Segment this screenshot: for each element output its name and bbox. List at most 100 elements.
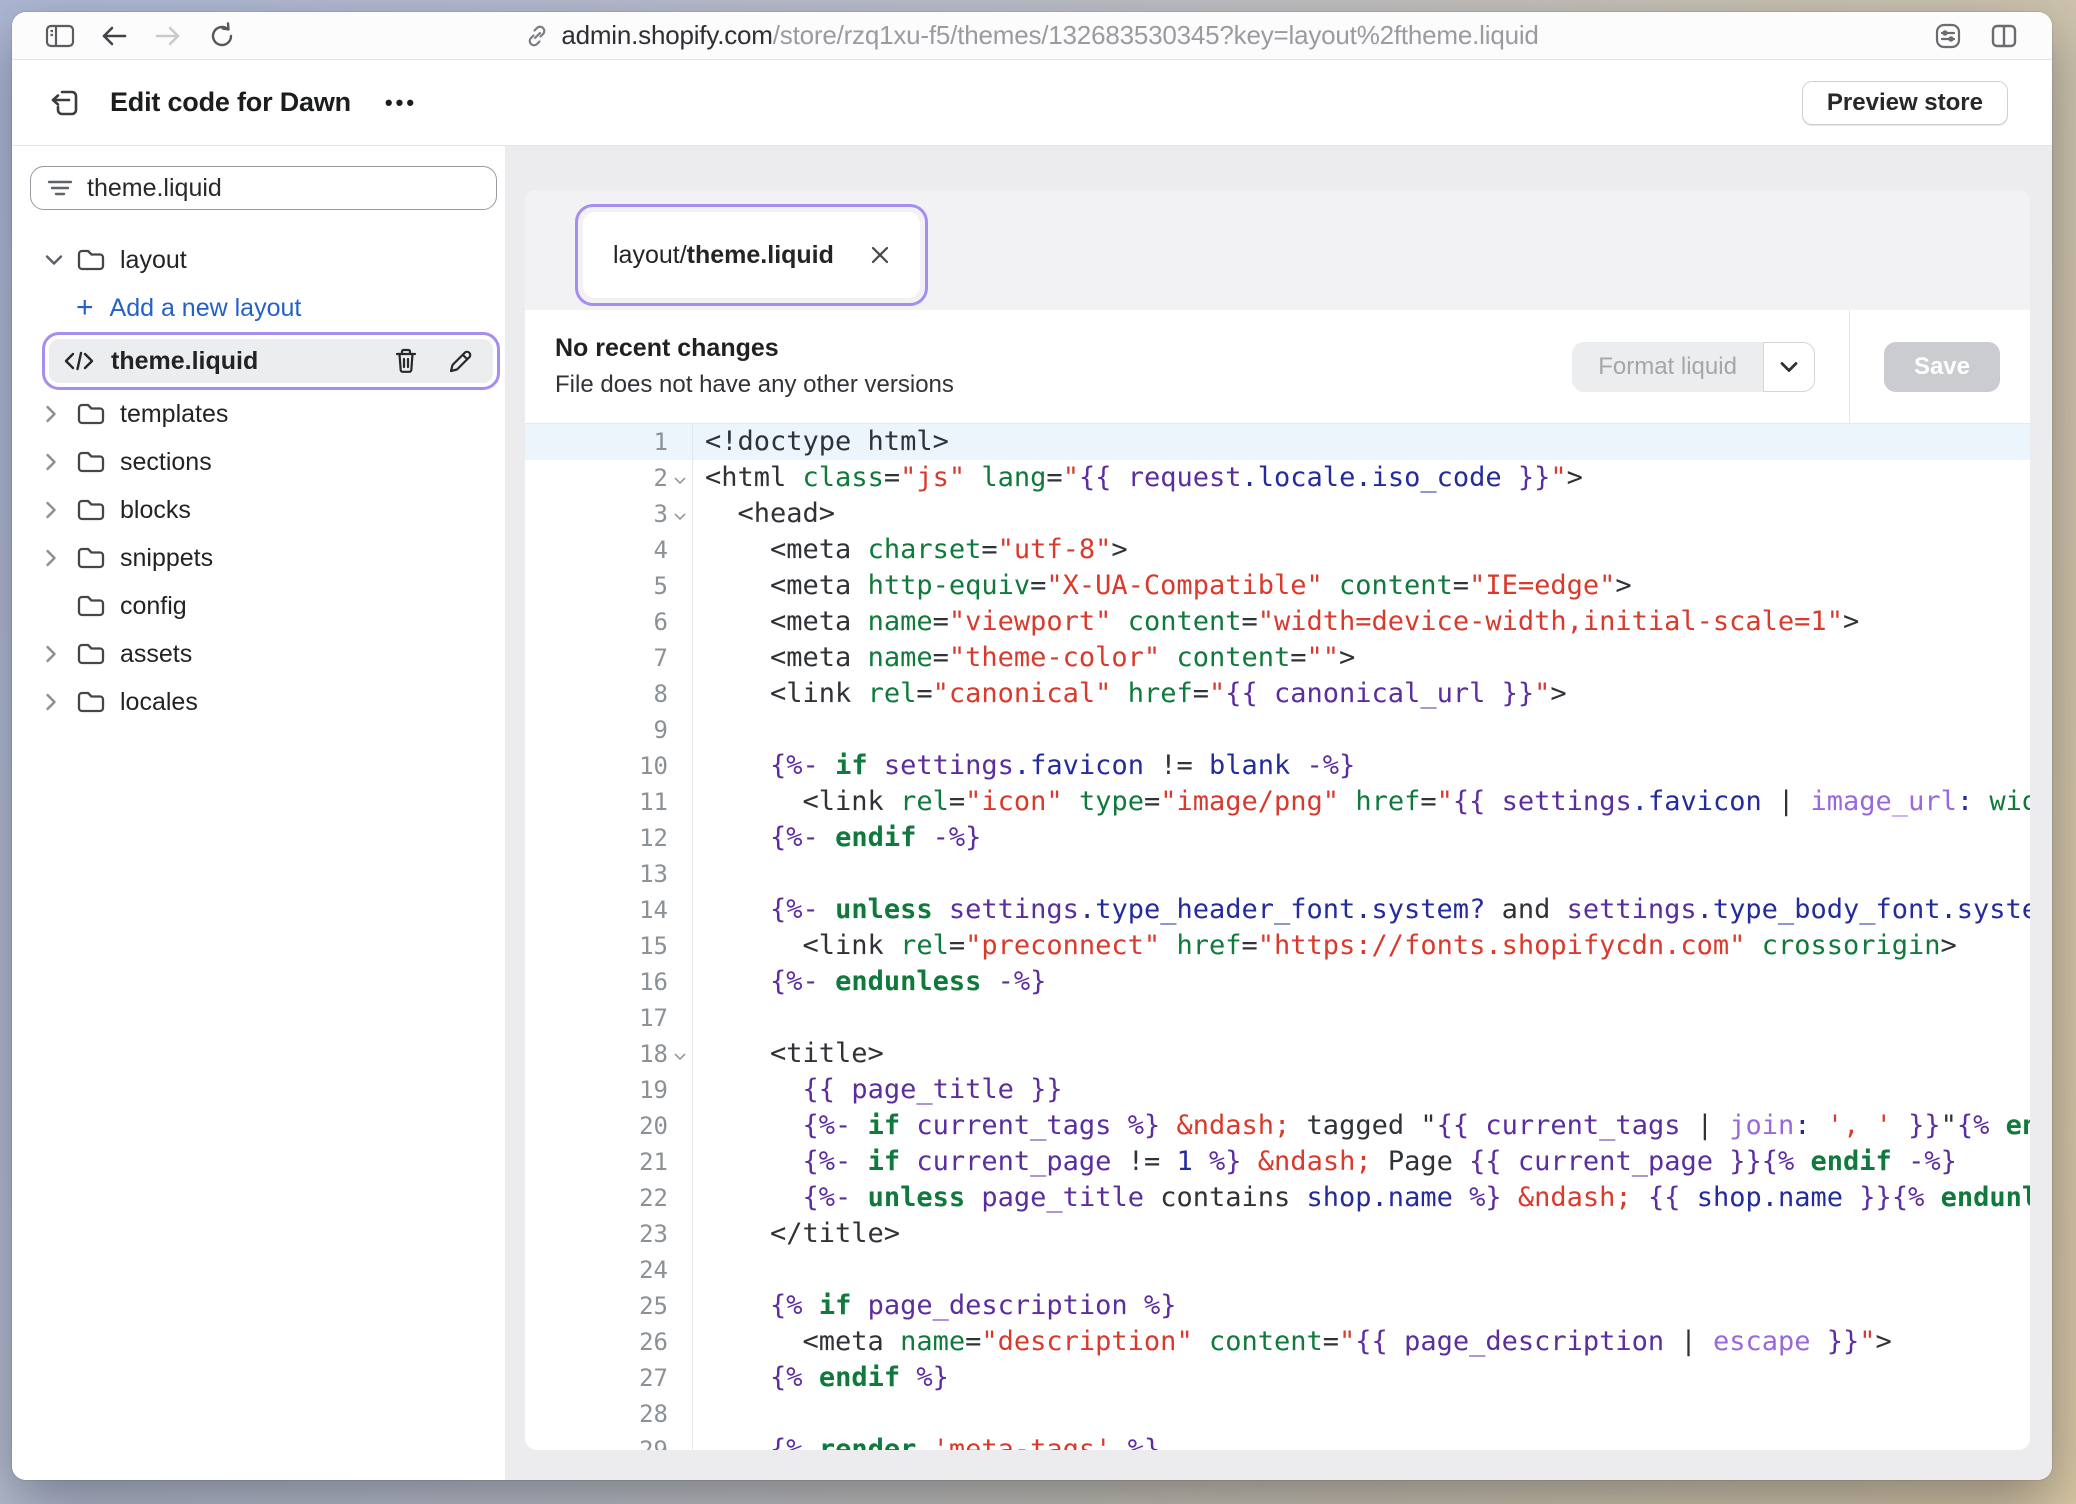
code-content[interactable]: {% render 'meta-tags' %} [693, 1432, 1160, 1450]
fold-toggle-icon[interactable] [668, 1036, 692, 1072]
code-line-8[interactable]: 8 <link rel="canonical" href="{{ canonic… [525, 676, 2030, 712]
code-line-15[interactable]: 15 <link rel="preconnect" href="https://… [525, 928, 2030, 964]
code-line-6[interactable]: 6 <meta name="viewport" content="width=d… [525, 604, 2030, 640]
sidebar-folder-layout[interactable]: layout [12, 236, 505, 284]
chevron-right-icon[interactable] [44, 692, 76, 712]
code-content[interactable]: {%- endunless -%} [693, 964, 1046, 1000]
code-content[interactable] [693, 1000, 705, 1036]
code-line-18[interactable]: 18 <title> [525, 1036, 2030, 1072]
tab-layout-theme-liquid[interactable]: layout/theme.liquid [583, 212, 920, 298]
split-view-icon[interactable] [1984, 16, 2024, 56]
code-content[interactable]: {%- endif -%} [693, 820, 981, 856]
code-content[interactable]: <head> [693, 496, 835, 532]
code-content[interactable]: <meta name="theme-color" content=""> [693, 640, 1355, 676]
chevron-right-icon[interactable] [44, 500, 76, 520]
forward-button-icon[interactable] [148, 16, 188, 56]
code-line-29[interactable]: 29 {% render 'meta-tags' %} [525, 1432, 2030, 1450]
add-new-layout-button[interactable]: +Add a new layout [12, 284, 505, 332]
code-content[interactable]: <title> [693, 1036, 884, 1072]
file-search-input[interactable]: theme.liquid [30, 166, 497, 210]
code-line-14[interactable]: 14 {%- unless settings.type_header_font.… [525, 892, 2030, 928]
code-line-26[interactable]: 26 <meta name="description" content="{{ … [525, 1324, 2030, 1360]
selected-file-item[interactable]: theme.liquid [49, 339, 493, 383]
code-line-7[interactable]: 7 <meta name="theme-color" content=""> [525, 640, 2030, 676]
code-content[interactable]: <meta http-equiv="X-UA-Compatible" conte… [693, 568, 1632, 604]
more-options-button[interactable]: ••• [385, 90, 417, 116]
sidebar-file-theme-liquid[interactable]: theme.liquid [12, 332, 505, 390]
code-line-19[interactable]: 19 {{ page_title }} [525, 1072, 2030, 1108]
code-content[interactable]: <meta charset="utf-8"> [693, 532, 1128, 568]
sidebar-folder-sections[interactable]: sections [12, 438, 505, 486]
code-content[interactable]: {{ page_title }} [693, 1072, 1063, 1108]
back-button-icon[interactable] [94, 16, 134, 56]
code-content[interactable]: <meta name="viewport" content="width=dev… [693, 604, 1859, 640]
sidebar-folder-config[interactable]: config [12, 582, 505, 630]
sidebar-folder-locales[interactable]: locales [12, 678, 505, 726]
code-line-10[interactable]: 10 {%- if settings.favicon != blank -%} [525, 748, 2030, 784]
code-content[interactable]: <!doctype html> [693, 424, 949, 460]
delete-file-icon[interactable] [393, 347, 419, 375]
sidebar-folder-templates[interactable]: templates [12, 390, 505, 438]
code-line-17[interactable]: 17 [525, 1000, 2030, 1036]
code-line-9[interactable]: 9 [525, 712, 2030, 748]
fold-toggle-icon[interactable] [668, 496, 692, 532]
format-liquid-button[interactable]: Format liquid [1572, 342, 1763, 392]
code-content[interactable]: <link rel="preconnect" href="https://fon… [693, 928, 1957, 964]
code-line-4[interactable]: 4 <meta charset="utf-8"> [525, 532, 2030, 568]
code-content[interactable]: {%- if settings.favicon != blank -%} [693, 748, 1355, 784]
code-content[interactable] [693, 1396, 705, 1432]
line-gutter: 4 [525, 532, 693, 568]
code-line-20[interactable]: 20 {%- if current_tags %} &ndash; tagged… [525, 1108, 2030, 1144]
preview-store-button[interactable]: Preview store [1802, 81, 2008, 125]
format-options-dropdown[interactable] [1763, 342, 1815, 392]
code-line-13[interactable]: 13 [525, 856, 2030, 892]
browser-extensions-icon[interactable] [1928, 16, 1968, 56]
code-content[interactable]: <link rel="icon" type="image/png" href="… [693, 784, 2030, 820]
code-line-11[interactable]: 11 <link rel="icon" type="image/png" hre… [525, 784, 2030, 820]
code-line-21[interactable]: 21 {%- if current_page != 1 %} &ndash; P… [525, 1144, 2030, 1180]
code-content[interactable]: <link rel="canonical" href="{{ canonical… [693, 676, 1567, 712]
chevron-right-icon[interactable] [44, 644, 76, 664]
browser-sidebar-toggle-icon[interactable] [40, 16, 80, 56]
rename-file-icon[interactable] [447, 347, 475, 375]
close-tab-icon[interactable] [870, 245, 890, 265]
code-line-1[interactable]: 1<!doctype html> [525, 424, 2030, 460]
code-content[interactable]: </title> [693, 1216, 900, 1252]
code-content[interactable]: {% endif %} [693, 1360, 949, 1396]
code-line-25[interactable]: 25 {% if page_description %} [525, 1288, 2030, 1324]
save-button[interactable]: Save [1884, 342, 2000, 392]
code-content[interactable] [693, 1252, 705, 1288]
code-line-24[interactable]: 24 [525, 1252, 2030, 1288]
code-line-16[interactable]: 16 {%- endunless -%} [525, 964, 2030, 1000]
sidebar-folder-snippets[interactable]: snippets [12, 534, 505, 582]
sidebar-folder-assets[interactable]: assets [12, 630, 505, 678]
code-editor[interactable]: 1<!doctype html>2<html class="js" lang="… [525, 424, 2030, 1450]
fold-spacer [668, 928, 692, 964]
code-content[interactable]: {%- if current_page != 1 %} &ndash; Page… [693, 1144, 1957, 1180]
reload-button-icon[interactable] [202, 16, 242, 56]
chevron-right-icon[interactable] [44, 404, 76, 424]
code-content[interactable]: {%- if current_tags %} &ndash; tagged "{… [693, 1108, 2030, 1144]
code-content[interactable]: {%- unless page_title contains shop.name… [693, 1180, 2030, 1216]
code-line-28[interactable]: 28 [525, 1396, 2030, 1432]
sidebar-folder-blocks[interactable]: blocks [12, 486, 505, 534]
code-line-3[interactable]: 3 <head> [525, 496, 2030, 532]
code-line-27[interactable]: 27 {% endif %} [525, 1360, 2030, 1396]
code-line-2[interactable]: 2<html class="js" lang="{{ request.local… [525, 460, 2030, 496]
code-line-12[interactable]: 12 {%- endif -%} [525, 820, 2030, 856]
fold-toggle-icon[interactable] [668, 460, 692, 496]
code-content[interactable]: <html class="js" lang="{{ request.locale… [693, 460, 1583, 496]
chevron-down-icon[interactable] [44, 253, 76, 267]
chevron-right-icon[interactable] [44, 452, 76, 472]
code-line-5[interactable]: 5 <meta http-equiv="X-UA-Compatible" con… [525, 568, 2030, 604]
code-line-23[interactable]: 23 </title> [525, 1216, 2030, 1252]
code-content[interactable] [693, 856, 705, 892]
exit-editor-icon[interactable] [48, 86, 82, 120]
code-line-22[interactable]: 22 {%- unless page_title contains shop.n… [525, 1180, 2030, 1216]
code-content[interactable]: {% if page_description %} [693, 1288, 1176, 1324]
address-bar[interactable]: admin.shopify.com/store/rzq1xu-f5/themes… [12, 12, 2052, 59]
chevron-right-icon[interactable] [44, 548, 76, 568]
code-content[interactable]: {%- unless settings.type_header_font.sys… [693, 892, 2030, 928]
code-content[interactable] [693, 712, 705, 748]
code-content[interactable]: <meta name="description" content="{{ pag… [693, 1324, 1892, 1360]
